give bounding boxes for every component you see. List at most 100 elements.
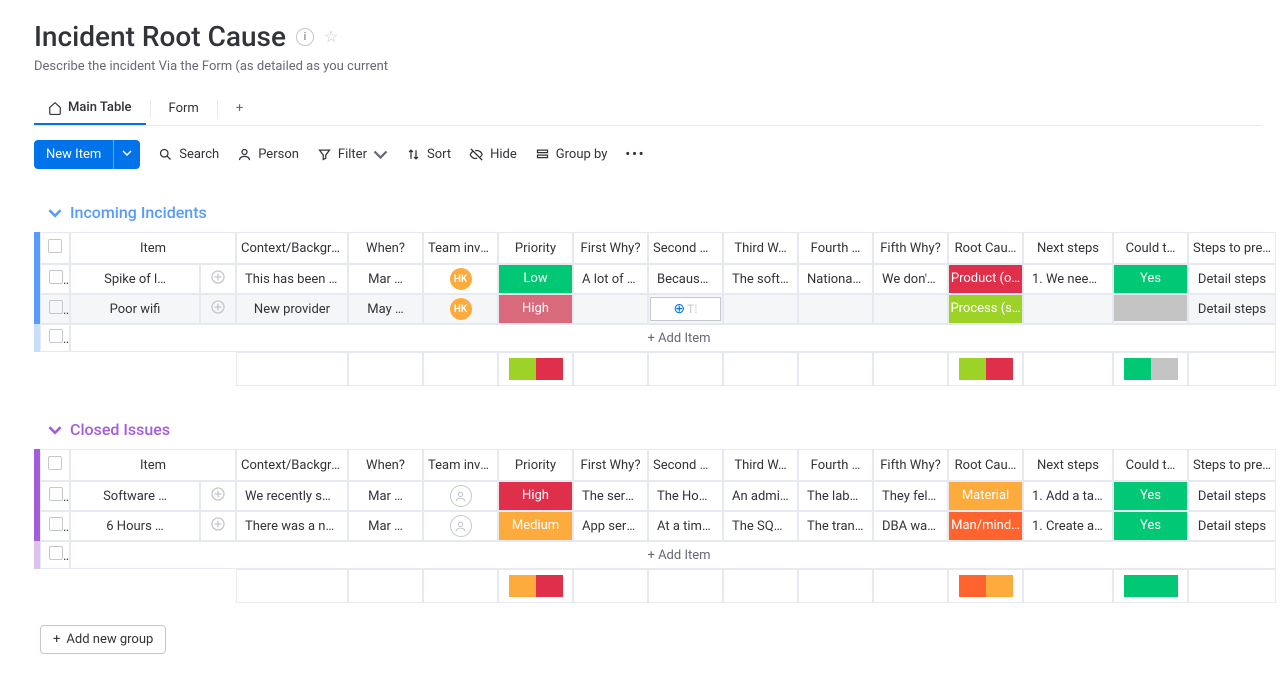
why1-cell[interactable]: App server t… bbox=[573, 511, 648, 541]
next-cell[interactable]: 1. We need to ha… bbox=[1023, 264, 1113, 294]
context-cell[interactable]: This has been an is… bbox=[236, 264, 348, 294]
col-team[interactable]: Team invo… bbox=[423, 232, 498, 264]
why1-cell[interactable] bbox=[573, 294, 648, 324]
why5-cell[interactable] bbox=[873, 294, 948, 324]
item-name[interactable]: Spike of l… bbox=[70, 264, 200, 294]
steps-cell[interactable]: Detail steps bbox=[1188, 294, 1276, 324]
col-why2[interactable]: Second Why? bbox=[648, 449, 723, 481]
why5-cell[interactable]: They fell of… bbox=[873, 481, 948, 511]
avatar-empty[interactable] bbox=[450, 485, 472, 507]
steps-cell[interactable]: Detail steps bbox=[1188, 511, 1276, 541]
col-when[interactable]: When? bbox=[348, 232, 423, 264]
add-item-row[interactable]: + Add Item bbox=[34, 324, 1276, 352]
col-why2[interactable]: Second Why? bbox=[648, 232, 723, 264]
why4-cell[interactable] bbox=[798, 294, 873, 324]
favorite-icon[interactable]: ☆ bbox=[324, 27, 338, 46]
why4-cell[interactable]: The labels… bbox=[798, 481, 873, 511]
col-why5[interactable]: Fifth Why? bbox=[873, 232, 948, 264]
select-all-checkbox[interactable] bbox=[40, 232, 70, 264]
steps-cell[interactable]: Detail steps bbox=[1188, 481, 1276, 511]
col-why5[interactable]: Fifth Why? bbox=[873, 449, 948, 481]
when-cell[interactable]: Mar … bbox=[348, 511, 423, 541]
add-view-button[interactable]: + bbox=[222, 93, 257, 124]
when-cell[interactable]: Mar … bbox=[348, 264, 423, 294]
when-cell[interactable]: Mar … bbox=[348, 481, 423, 511]
col-when[interactable]: When? bbox=[348, 449, 423, 481]
tab-main-table[interactable]: Main Table bbox=[34, 92, 146, 125]
steps-cell[interactable]: Detail steps bbox=[1188, 264, 1276, 294]
col-steps[interactable]: Steps to prevent bbox=[1188, 449, 1276, 481]
col-item[interactable]: Item bbox=[70, 232, 236, 264]
col-why1[interactable]: First Why? bbox=[573, 449, 648, 481]
item-name[interactable]: Software … bbox=[70, 481, 200, 511]
person-filter-button[interactable]: Person bbox=[237, 147, 299, 162]
info-icon[interactable]: i bbox=[296, 28, 314, 46]
sort-button[interactable]: Sort bbox=[406, 147, 451, 162]
open-item-button[interactable] bbox=[200, 264, 236, 294]
add-item-row[interactable]: + Add Item bbox=[34, 541, 1276, 569]
why2-cell[interactable]: At a time of hig… bbox=[648, 511, 723, 541]
add-group-button[interactable]: + Add new group bbox=[40, 625, 166, 654]
next-cell[interactable]: 1. Add a task to … bbox=[1023, 481, 1113, 511]
select-all-checkbox[interactable] bbox=[40, 449, 70, 481]
col-item[interactable]: Item bbox=[70, 449, 236, 481]
why4-cell[interactable]: National … bbox=[798, 264, 873, 294]
col-priority[interactable]: Priority bbox=[498, 232, 573, 264]
context-cell[interactable]: New provider bbox=[236, 294, 348, 324]
item-name[interactable]: Poor wifi bbox=[70, 294, 200, 324]
col-root[interactable]: Root Cau… bbox=[948, 232, 1023, 264]
avatar-empty[interactable] bbox=[450, 515, 472, 537]
col-context[interactable]: Context/Backgro… bbox=[236, 449, 348, 481]
hide-button[interactable]: Hide bbox=[469, 147, 517, 162]
next-cell[interactable]: 1. Create a form… bbox=[1023, 511, 1113, 541]
col-why4[interactable]: Fourth … bbox=[798, 232, 873, 264]
row-checkbox[interactable] bbox=[40, 294, 70, 324]
col-why3[interactable]: Third W… bbox=[723, 449, 798, 481]
group-header[interactable]: Incoming Incidents bbox=[34, 199, 1262, 232]
col-next[interactable]: Next steps bbox=[1023, 232, 1113, 264]
why3-cell[interactable]: An admini… bbox=[723, 481, 798, 511]
col-next[interactable]: Next steps bbox=[1023, 449, 1113, 481]
col-why1[interactable]: First Why? bbox=[573, 232, 648, 264]
context-cell[interactable]: There was a nation… bbox=[236, 511, 348, 541]
more-options-button[interactable]: ••• bbox=[625, 147, 645, 162]
open-item-button[interactable] bbox=[200, 481, 236, 511]
why5-cell[interactable]: We don't ha… bbox=[873, 264, 948, 294]
why3-cell[interactable]: The softw… bbox=[723, 264, 798, 294]
new-item-button[interactable]: New Item bbox=[34, 140, 140, 169]
row-checkbox[interactable] bbox=[40, 511, 70, 541]
col-steps[interactable]: Steps to prevent bbox=[1188, 232, 1276, 264]
next-cell[interactable] bbox=[1023, 294, 1113, 324]
item-name[interactable]: 6 Hours … bbox=[70, 511, 200, 541]
col-why3[interactable]: Third W… bbox=[723, 232, 798, 264]
why2-cell[interactable]: The Host was r… bbox=[648, 481, 723, 511]
col-why4[interactable]: Fourth … bbox=[798, 449, 873, 481]
avatar[interactable]: HK bbox=[450, 298, 472, 320]
why4-cell[interactable]: The trans… bbox=[798, 511, 873, 541]
why1-cell[interactable]: The server d… bbox=[573, 481, 648, 511]
avatar[interactable]: HK bbox=[450, 268, 472, 290]
when-cell[interactable]: May … bbox=[348, 294, 423, 324]
why2-cell[interactable]: Because their p… bbox=[648, 264, 723, 294]
why3-cell[interactable] bbox=[723, 294, 798, 324]
context-cell[interactable]: We recently switch… bbox=[236, 481, 348, 511]
col-priority[interactable]: Priority bbox=[498, 449, 573, 481]
new-item-dropdown[interactable] bbox=[113, 140, 140, 169]
tab-form[interactable]: Form bbox=[155, 93, 213, 124]
filter-button[interactable]: Filter bbox=[317, 147, 388, 162]
why3-cell[interactable]: The SQL s… bbox=[723, 511, 798, 541]
why5-cell[interactable]: DBA was o… bbox=[873, 511, 948, 541]
col-team[interactable]: Team invo… bbox=[423, 449, 498, 481]
col-context[interactable]: Context/Backgro… bbox=[236, 232, 348, 264]
why1-cell[interactable]: A lot of user… bbox=[573, 264, 648, 294]
why2-cell[interactable]: ⊕T⁞ bbox=[648, 294, 723, 324]
col-could[interactable]: Could t… bbox=[1113, 232, 1188, 264]
col-root[interactable]: Root Cau… bbox=[948, 449, 1023, 481]
open-item-button[interactable] bbox=[200, 294, 236, 324]
group-by-button[interactable]: Group by bbox=[535, 147, 608, 162]
col-could[interactable]: Could t… bbox=[1113, 449, 1188, 481]
search-button[interactable]: Search bbox=[158, 147, 219, 162]
row-checkbox[interactable] bbox=[40, 264, 70, 294]
row-checkbox[interactable] bbox=[40, 481, 70, 511]
group-header[interactable]: Closed Issues bbox=[34, 416, 1262, 449]
